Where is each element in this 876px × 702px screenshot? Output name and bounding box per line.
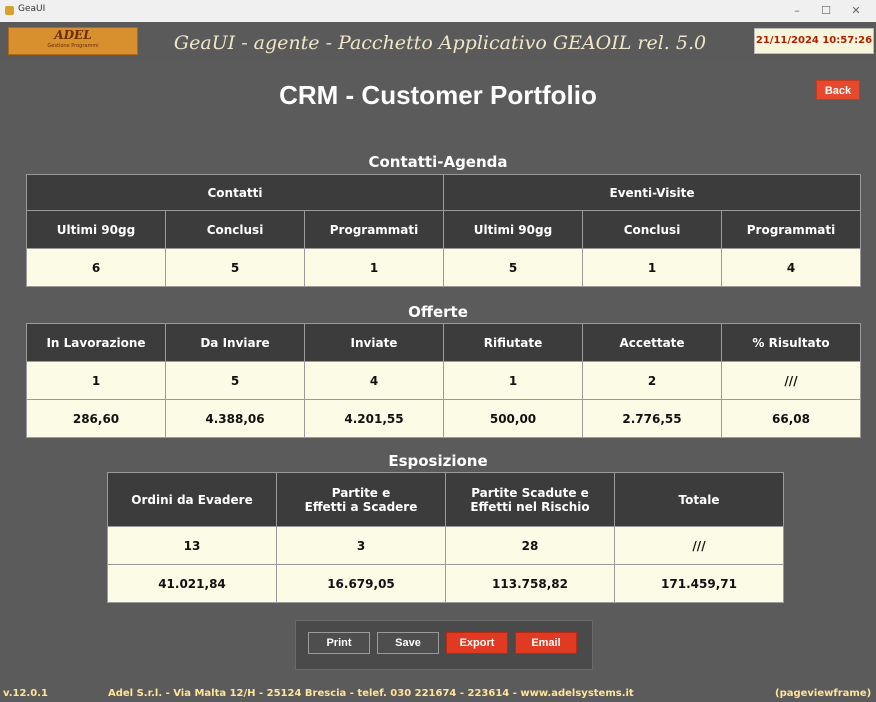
amount-cell: 4.201,55: [304, 399, 444, 438]
value-cell: 6: [26, 248, 166, 287]
count-cell: ///: [721, 361, 861, 400]
header-line: Partite Scadute e: [471, 485, 589, 500]
company-info: Adel S.r.l. - Via Malta 12/H - 25124 Bre…: [108, 688, 634, 699]
column-header: Partite e Effetti a Scadere: [276, 472, 446, 527]
minimize-icon[interactable]: –: [784, 3, 810, 19]
group-header-contatti: Contatti: [26, 174, 444, 211]
value-cell: 5: [165, 248, 305, 287]
header-line: Effetti a Scadere: [304, 499, 418, 514]
column-header: Ordini da Evadere: [107, 472, 277, 527]
amount-cell: 66,08: [721, 399, 861, 438]
count-cell: 28: [445, 526, 615, 565]
app-title: GeaUI - agente - Pacchetto Applicativo G…: [173, 32, 707, 54]
column-header: Conclusi: [582, 210, 722, 249]
count-cell: 2: [582, 361, 722, 400]
page-title: CRM - Customer Portfolio: [279, 80, 597, 110]
column-header: % Risultato: [721, 323, 861, 362]
esposizione-table: Ordini da Evadere Partite e Effetti a Sca…: [107, 472, 784, 603]
column-header: Partite Scadute e Effetti nel Rischio: [445, 472, 615, 527]
value-cell: 1: [304, 248, 444, 287]
back-button[interactable]: Back: [816, 80, 860, 100]
column-header: Inviate: [304, 323, 444, 362]
section-title-esposizione: Esposizione: [388, 452, 488, 470]
email-button[interactable]: Email: [515, 632, 577, 654]
value-cell: 1: [582, 248, 722, 287]
maximize-icon[interactable]: ☐: [813, 3, 839, 19]
count-cell: 4: [304, 361, 444, 400]
export-button[interactable]: Export: [446, 632, 508, 654]
amount-cell: 4.388,06: [165, 399, 305, 438]
column-header: In Lavorazione: [26, 323, 166, 362]
value-cell: 4: [720, 248, 862, 287]
status-bar: v.12.0.1 Adel S.r.l. - Via Malta 12/H - …: [0, 686, 876, 702]
count-cell: 5: [165, 361, 305, 400]
offerte-table: In Lavorazione Da Inviare Inviate Rifiut…: [26, 323, 861, 438]
header-line: Partite e: [331, 485, 391, 500]
count-cell: 1: [443, 361, 583, 400]
logo-text: ADEL: [54, 28, 92, 42]
column-header: Programmati: [720, 210, 862, 249]
close-icon[interactable]: ✕: [843, 3, 869, 19]
print-button[interactable]: Print: [308, 632, 370, 654]
count-cell: 13: [107, 526, 277, 565]
amount-cell: 500,00: [443, 399, 583, 438]
section-title-contatti: Contatti-Agenda: [368, 153, 508, 171]
count-cell: ///: [614, 526, 784, 565]
value-cell: 5: [443, 248, 583, 287]
amount-cell: 286,60: [26, 399, 166, 438]
column-header: Totale: [614, 472, 784, 527]
amount-cell: 41.021,84: [107, 564, 277, 603]
column-header: Da Inviare: [165, 323, 305, 362]
app-window: GeaUI – ☐ ✕ ADEL Gestione Programmi GeaU…: [0, 0, 876, 702]
amount-cell: 171.459,71: [614, 564, 784, 603]
column-header: Rifiutate: [443, 323, 583, 362]
header-line: Effetti nel Rischio: [470, 499, 590, 514]
amount-cell: 2.776,55: [582, 399, 722, 438]
logo-subtext: Gestione Programmi: [47, 43, 99, 49]
contatti-table: Contatti Eventi-Visite Ultimi 90gg Concl…: [26, 174, 862, 287]
amount-cell: 16.679,05: [276, 564, 446, 603]
save-button[interactable]: Save: [377, 632, 439, 654]
os-title-bar: GeaUI – ☐ ✕: [0, 0, 876, 22]
window-title: GeaUI: [18, 4, 46, 14]
amount-cell: 113.758,82: [445, 564, 615, 603]
section-title-offerte: Offerte: [408, 303, 468, 321]
column-header: Conclusi: [165, 210, 305, 249]
company-logo: ADEL Gestione Programmi: [8, 27, 138, 55]
column-header: Accettate: [582, 323, 722, 362]
column-header: Ultimi 90gg: [443, 210, 583, 249]
count-cell: 1: [26, 361, 166, 400]
column-header: Programmati: [304, 210, 444, 249]
column-header: Ultimi 90gg: [26, 210, 166, 249]
version-label: v.12.0.1: [3, 688, 48, 699]
datetime-display: 21/11/2024 10:57:26: [754, 28, 874, 54]
frame-label: (pageviewframe): [775, 688, 872, 699]
count-cell: 3: [276, 526, 446, 565]
app-icon: [5, 6, 14, 15]
group-header-eventi: Eventi-Visite: [442, 174, 862, 211]
